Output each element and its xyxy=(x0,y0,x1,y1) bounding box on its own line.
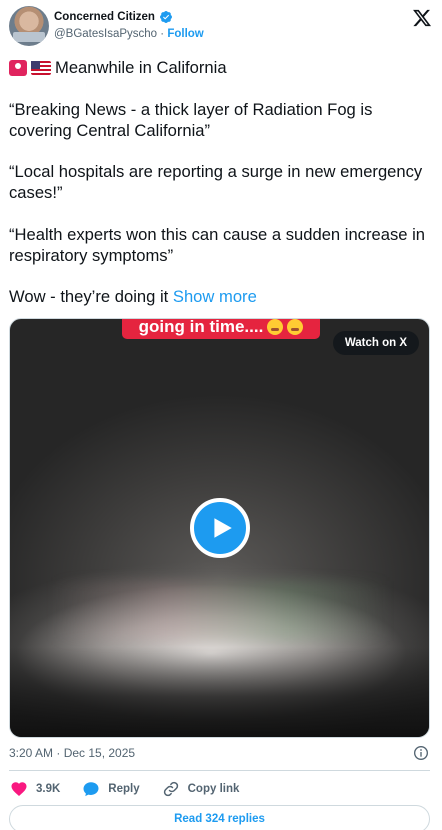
tweet-text: Meanwhile in California “Breaking News -… xyxy=(9,57,435,307)
tweet-timestamp[interactable]: 3:20 AM · Dec 15, 2025 xyxy=(9,746,135,760)
tweet-line-1-text: Meanwhile in California xyxy=(55,58,227,77)
handle-separator: · xyxy=(160,28,165,40)
divider xyxy=(9,770,430,771)
tweet-line-1: Meanwhile in California xyxy=(9,57,435,78)
weary-face-emoji xyxy=(267,319,284,335)
reply-bubble-icon xyxy=(83,782,99,797)
link-icon xyxy=(163,781,178,797)
face-with-monocle-emoji xyxy=(287,319,304,335)
tweet-paragraph-5: Wow - they’re doing it Show more xyxy=(9,286,435,307)
info-icon[interactable] xyxy=(413,745,429,761)
heart-icon xyxy=(11,782,27,796)
x-logo-icon[interactable] xyxy=(412,8,432,28)
copy-link-button[interactable]: Copy link xyxy=(162,780,240,798)
action-bar: 3.9K Reply Copy link xyxy=(10,778,261,800)
reply-button[interactable]: Reply xyxy=(82,780,140,798)
tweet-paragraph-4: “Health experts won this can cause a sud… xyxy=(9,224,426,265)
verified-badge-icon xyxy=(159,11,172,23)
author-display-name[interactable]: Concerned Citizen xyxy=(54,11,155,23)
reply-label: Reply xyxy=(108,783,140,795)
us-flag-emoji xyxy=(31,60,51,75)
author-handle[interactable]: @BGatesIsaPyscho xyxy=(54,28,157,40)
like-button[interactable]: 3.9K xyxy=(10,780,60,798)
video-player[interactable]: going in time.... Watch on X xyxy=(9,318,430,738)
tweet-meta-row: 3:20 AM · Dec 15, 2025 xyxy=(9,745,429,761)
copy-link-label: Copy link xyxy=(187,783,240,795)
follow-link[interactable]: Follow xyxy=(167,28,203,40)
read-replies-button[interactable]: Read 324 replies xyxy=(9,805,430,830)
like-count: 3.9K xyxy=(36,783,61,795)
play-button[interactable] xyxy=(190,498,250,558)
author-handle-row: @BGatesIsaPyscho · Follow xyxy=(54,28,204,40)
tweet-paragraph-3: “Local hospitals are reporting a surge i… xyxy=(9,162,423,202)
siren-emoji xyxy=(9,59,27,76)
video-caption-banner: going in time.... xyxy=(122,318,320,339)
avatar[interactable] xyxy=(9,6,49,46)
tweet-header: Concerned Citizen @BGatesIsaPyscho · Fol… xyxy=(8,6,434,48)
watch-on-x-button[interactable]: Watch on X xyxy=(332,331,419,355)
video-caption-text: going in time.... xyxy=(138,318,264,336)
author-name-row: Concerned Citizen xyxy=(54,10,173,24)
show-more-link[interactable]: Show more xyxy=(173,287,257,306)
tweet-paragraph-5-text: Wow - they’re doing it xyxy=(9,287,169,306)
play-icon xyxy=(214,518,232,538)
tweet-paragraph-2: “Breaking News - a thick layer of Radiat… xyxy=(9,99,373,140)
